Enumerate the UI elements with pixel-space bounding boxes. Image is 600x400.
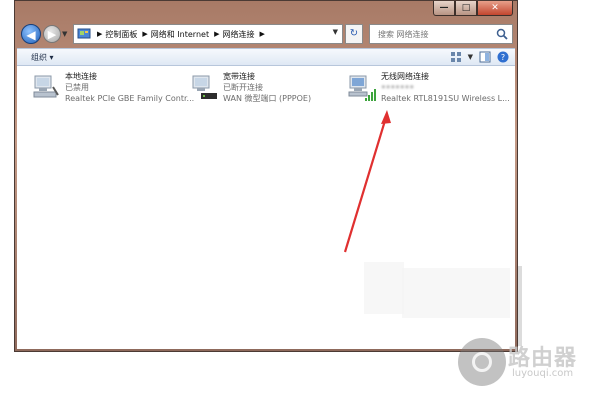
watermark-logo-icon xyxy=(458,338,506,386)
svg-text:?: ? xyxy=(501,53,505,62)
back-button[interactable]: ◀ xyxy=(21,24,41,44)
breadcrumb-separator[interactable]: ▶ xyxy=(142,30,147,38)
help-icon[interactable]: ? xyxy=(497,51,509,63)
breadcrumb-separator[interactable]: ▶ xyxy=(259,30,264,38)
site-watermark: 路由器 luyouqi.com xyxy=(458,338,598,388)
address-dropdown[interactable]: ▼ xyxy=(333,28,338,36)
breadcrumb-control-panel[interactable]: 控制面板 xyxy=(105,29,137,40)
search-icon[interactable] xyxy=(496,28,508,40)
faded-overlay-strip xyxy=(364,262,404,314)
caption-buttons: — □ ✕ xyxy=(433,1,513,17)
view-options-dropdown-icon[interactable]: ▼ xyxy=(468,53,473,61)
toolbar-right-group: ▼ ? xyxy=(450,51,509,63)
organize-menu-button[interactable]: 组织 ▾ xyxy=(31,52,54,63)
breadcrumb-network-internet[interactable]: 网络和 Internet xyxy=(151,29,209,40)
navigation-bar: ◀ ▶ ▼ ▶ 控制面板 ▶ 网络和 Internet ▶ 网络连接 ▶ ▼ ↻… xyxy=(17,20,515,48)
recent-pages-dropdown[interactable]: ▼ xyxy=(62,30,67,38)
window-edge-shadow xyxy=(518,266,522,346)
control-panel-icon xyxy=(77,28,91,39)
close-button[interactable]: ✕ xyxy=(477,1,513,16)
forward-button[interactable]: ▶ xyxy=(43,25,61,43)
watermark-url: luyouqi.com xyxy=(512,368,574,379)
breadcrumb-separator[interactable]: ▶ xyxy=(97,30,102,38)
minimize-button[interactable]: — xyxy=(433,1,455,16)
breadcrumb-separator[interactable]: ▶ xyxy=(214,30,219,38)
search-input[interactable] xyxy=(370,25,498,43)
screenshot-stage: — □ ✕ ◀ ▶ ▼ ▶ 控制面板 ▶ 网络和 Internet ▶ 网络连接… xyxy=(0,0,600,400)
faded-overlay-strip xyxy=(402,268,510,318)
refresh-button[interactable]: ↻ xyxy=(345,24,363,44)
watermark-lens xyxy=(472,352,492,372)
change-view-icon[interactable] xyxy=(450,51,462,63)
command-toolbar: 组织 ▾ ▼ ? xyxy=(17,48,515,66)
maximize-button[interactable]: □ xyxy=(455,1,477,16)
address-bar[interactable]: ▶ 控制面板 ▶ 网络和 Internet ▶ 网络连接 ▶ ▼ xyxy=(73,24,343,44)
search-box[interactable] xyxy=(369,24,513,44)
preview-pane-icon[interactable] xyxy=(479,51,491,63)
arrow-shaft xyxy=(343,113,389,253)
arrow-head xyxy=(381,110,391,124)
breadcrumb-network-connections[interactable]: 网络连接 xyxy=(222,29,254,40)
